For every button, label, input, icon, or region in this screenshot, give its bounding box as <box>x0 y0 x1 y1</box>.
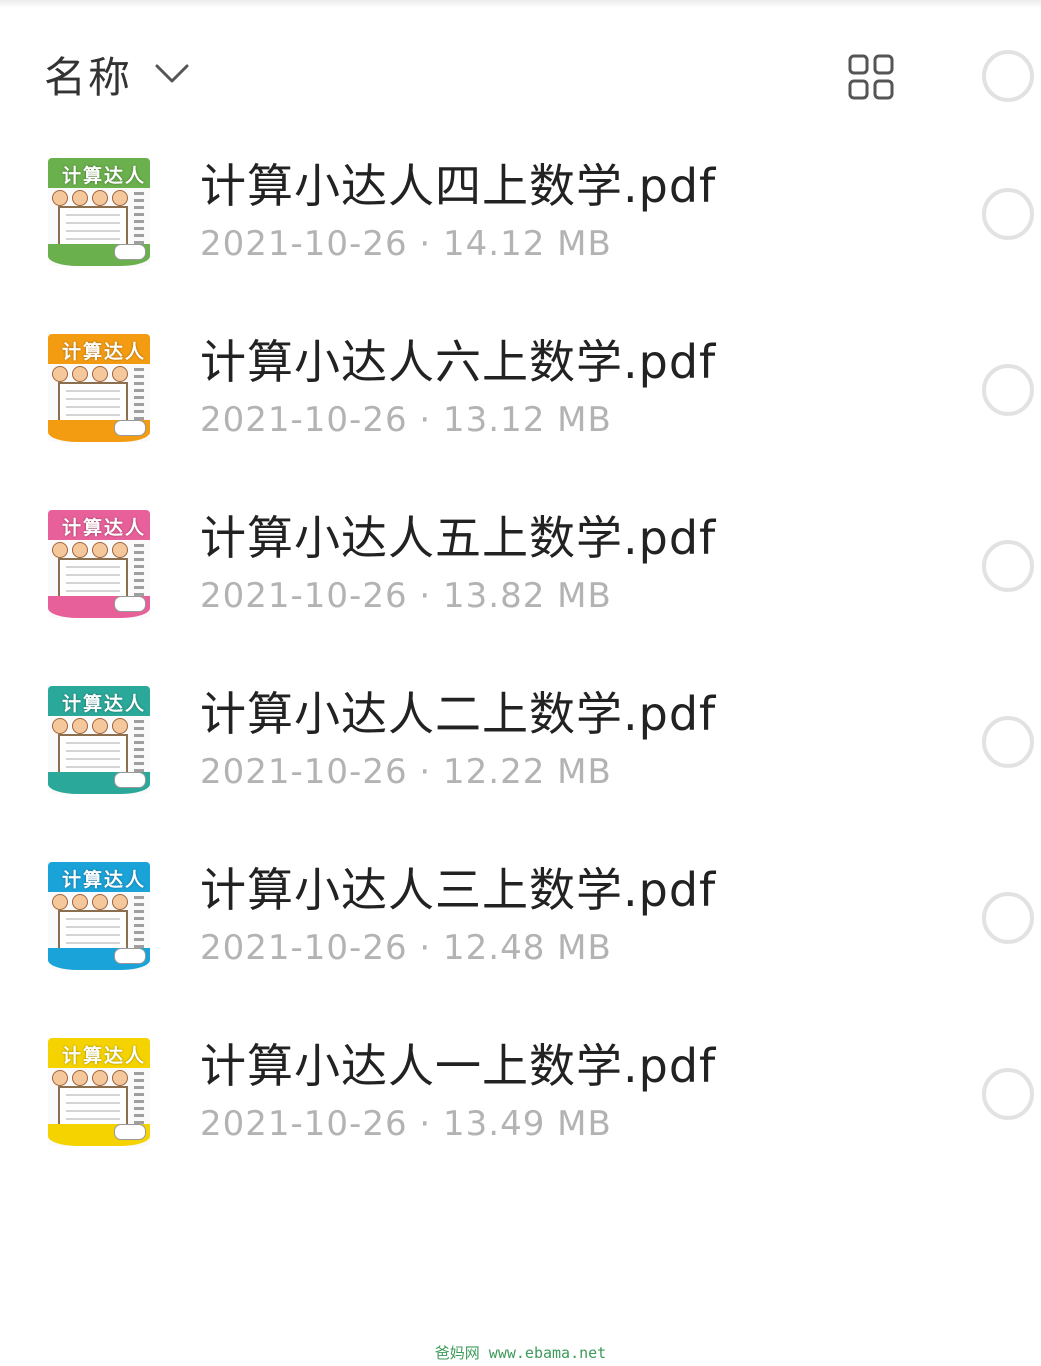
thumbnail-side-text <box>134 544 144 600</box>
grid-view-icon[interactable] <box>848 54 894 100</box>
file-name: 计算小达人六上数学.pdf <box>200 335 717 389</box>
file-name: 计算小达人三上数学.pdf <box>200 863 717 917</box>
sort-by-name-control[interactable]: 名称 <box>44 46 190 102</box>
thumbnail-badge <box>114 948 146 964</box>
thumbnail-title: 计算达人 <box>62 341 147 363</box>
file-list-item[interactable]: 计算达人 计算小达人二上数学.pdf 2021-10-26 · 12.22 MB <box>0 658 1041 834</box>
file-name: 计算小达人五上数学.pdf <box>200 511 717 565</box>
thumbnail-badge <box>114 244 146 260</box>
thumbnail-side-text <box>134 192 144 248</box>
thumbnail-badge <box>114 596 146 612</box>
select-circle-icon[interactable] <box>982 188 1034 240</box>
select-all-circle-icon[interactable] <box>982 50 1034 102</box>
thumbnail-title: 计算达人 <box>62 869 147 891</box>
status-bar-edge <box>0 0 1041 8</box>
file-list-item[interactable]: 计算达人 计算小达人六上数学.pdf 2021-10-26 · 13.12 MB <box>0 306 1041 482</box>
select-circle-icon[interactable] <box>982 364 1034 416</box>
select-circle-icon[interactable] <box>982 1068 1034 1120</box>
file-meta: 2021-10-26 · 14.12 MB <box>200 224 612 264</box>
file-list-item[interactable]: 计算达人 计算小达人五上数学.pdf 2021-10-26 · 13.82 MB <box>0 482 1041 658</box>
select-circle-icon[interactable] <box>982 540 1034 592</box>
thumbnail-badge <box>114 420 146 436</box>
file-name: 计算小达人二上数学.pdf <box>200 687 717 741</box>
file-meta: 2021-10-26 · 13.49 MB <box>200 1104 612 1144</box>
file-list-item[interactable]: 计算达人 计算小达人三上数学.pdf 2021-10-26 · 12.48 MB <box>0 834 1041 1010</box>
file-meta: 2021-10-26 · 13.82 MB <box>200 576 612 616</box>
pdf-thumbnail: 计算达人 <box>48 158 150 266</box>
thumbnail-badge <box>114 772 146 788</box>
thumbnail-illustration <box>52 1068 132 1086</box>
file-meta: 2021-10-26 · 12.22 MB <box>200 752 612 792</box>
list-header: 名称 <box>0 30 1041 120</box>
pdf-thumbnail: 计算达人 <box>48 510 150 618</box>
thumbnail-title: 计算达人 <box>62 693 147 715</box>
file-meta: 2021-10-26 · 13.12 MB <box>200 400 612 440</box>
watermark: 爸妈网 www.ebama.net <box>434 1344 607 1362</box>
sort-label: 名称 <box>44 52 133 102</box>
thumbnail-illustration <box>52 892 132 910</box>
thumbnail-illustration <box>52 188 132 206</box>
pdf-thumbnail: 计算达人 <box>48 862 150 970</box>
pdf-thumbnail: 计算达人 <box>48 334 150 442</box>
select-circle-icon[interactable] <box>982 892 1034 944</box>
pdf-thumbnail: 计算达人 <box>48 1038 150 1146</box>
thumbnail-title: 计算达人 <box>62 517 147 539</box>
thumbnail-side-text <box>134 896 144 952</box>
thumbnail-illustration <box>52 716 132 734</box>
file-list-item[interactable]: 计算达人 计算小达人四上数学.pdf 2021-10-26 · 14.12 MB <box>0 130 1041 306</box>
file-meta: 2021-10-26 · 12.48 MB <box>200 928 612 968</box>
thumbnail-title: 计算达人 <box>62 165 147 187</box>
select-circle-icon[interactable] <box>982 716 1034 768</box>
chevron-down-icon <box>154 56 190 92</box>
file-name: 计算小达人一上数学.pdf <box>200 1039 717 1093</box>
thumbnail-title: 计算达人 <box>62 1045 147 1067</box>
thumbnail-illustration <box>52 540 132 558</box>
file-list-item[interactable]: 计算达人 计算小达人一上数学.pdf 2021-10-26 · 13.49 MB <box>0 1010 1041 1186</box>
pdf-thumbnail: 计算达人 <box>48 686 150 794</box>
thumbnail-side-text <box>134 720 144 776</box>
thumbnail-illustration <box>52 364 132 382</box>
file-name: 计算小达人四上数学.pdf <box>200 159 717 213</box>
file-list: 计算达人 计算小达人四上数学.pdf 2021-10-26 · 14.12 MB… <box>0 130 1041 1186</box>
thumbnail-side-text <box>134 1072 144 1128</box>
thumbnail-badge <box>114 1124 146 1140</box>
thumbnail-side-text <box>134 368 144 424</box>
